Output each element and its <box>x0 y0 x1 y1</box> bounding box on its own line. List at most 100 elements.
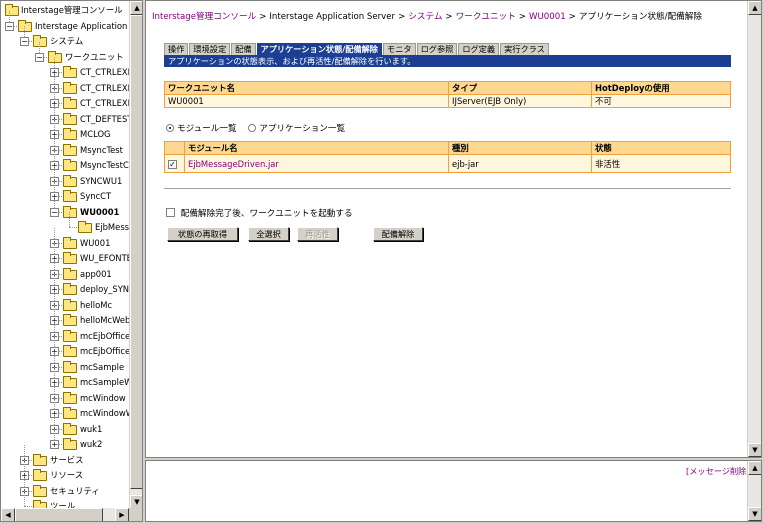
table-row: WU0001 IJServer(EJB Only) 不可 <box>164 94 731 108</box>
tree-horizontal-scroll-thumb[interactable] <box>15 508 103 521</box>
folder-icon <box>63 329 77 342</box>
message-vertical-scrollbar[interactable]: ▲ ▼ <box>747 461 761 521</box>
scroll-down-arrow-icon[interactable]: ▼ <box>748 443 761 457</box>
restart-checkbox[interactable] <box>166 208 175 217</box>
folder-icon <box>63 298 77 311</box>
restart-option[interactable]: 配備解除完了後、ワークユニットを起動する <box>166 207 353 219</box>
folder-icon <box>63 391 77 404</box>
module-select-checkbox[interactable]: ✓ <box>168 160 177 169</box>
tab-1[interactable]: 環境設定 <box>189 43 231 55</box>
main-vertical-scrollbar[interactable]: ▲ ▼ <box>747 1 761 457</box>
view-option-group: モジュール一覧 アプリケーション一覧 <box>166 122 345 134</box>
folder-icon <box>63 81 77 94</box>
tree-node-label: リソース <box>50 470 84 480</box>
radio-app-list-label: アプリケーション一覧 <box>259 124 346 134</box>
tab-0[interactable]: 操作 <box>164 43 189 55</box>
tree-node-label: app001 <box>80 268 112 279</box>
radio-module-list[interactable]: モジュール一覧 <box>166 124 237 134</box>
folder-icon <box>63 159 77 171</box>
column-header-workunit-name: ワークユニット名 <box>164 81 449 95</box>
clear-messages-link[interactable]: [メッセージ削除] <box>686 465 750 477</box>
plus-icon[interactable]: + <box>50 440 59 449</box>
tree-node-label: mcSample <box>80 361 125 372</box>
folder-icon <box>63 128 77 140</box>
tree-node-label: mcEjbOfficeWeb <box>80 346 130 356</box>
tree-node-label: mcSampleWeb <box>80 377 130 387</box>
breadcrumb-item[interactable]: Interstage管理コンソール <box>152 12 256 22</box>
message-frame: [メッセージ削除] ▲ ▼ <box>145 460 762 522</box>
breadcrumb-item[interactable]: システム <box>408 12 442 22</box>
folder-icon <box>63 174 77 187</box>
workunit-table: ワークユニット名 タイプ HotDeployの使用 WU0001 IJServe… <box>164 81 731 108</box>
select-all-button[interactable]: 全選択 <box>248 227 289 241</box>
tree-vertical-scroll-thumb[interactable] <box>130 15 142 489</box>
folder-icon <box>63 376 77 388</box>
scroll-corner <box>129 508 142 521</box>
tab-bar: 操作 環境設定 配備 アプリケーション状態/配備解除 モニタ ログ参照 ログ定義 実行クラス <box>164 43 550 55</box>
table-row: ✓ EjbMessageDriven.jar ejb-jar 非活性 <box>164 154 731 173</box>
radio-selected-icon[interactable] <box>166 124 174 132</box>
workunit-table-header: ワークユニット名 タイプ HotDeployの使用 <box>164 81 731 95</box>
reactivate-button[interactable]: 再活性 <box>297 227 338 241</box>
tree-node-label: Interstage管理コンソール <box>21 5 123 15</box>
folder-icon <box>63 345 77 357</box>
folder-icon <box>63 407 77 419</box>
tree-node-label: SyncCT <box>80 191 112 201</box>
tree-vertical-scrollbar[interactable]: ▲ ▼ <box>129 1 142 509</box>
breadcrumb-separator: > <box>259 12 267 22</box>
module-table-header: モジュール名 種別 状態 <box>164 141 731 155</box>
folder-icon <box>63 422 77 435</box>
minus-icon[interactable]: − <box>5 21 14 31</box>
breadcrumb-item[interactable]: ワークユニット <box>456 12 516 22</box>
tree-node-label: セキュリティ <box>50 485 100 496</box>
select-cell: ✓ <box>164 154 185 173</box>
folder-icon <box>63 205 77 218</box>
folder-icon <box>63 438 77 450</box>
scroll-up-arrow-icon[interactable]: ▲ <box>130 1 142 15</box>
breadcrumb-item[interactable]: WU0001 <box>529 12 566 22</box>
tab-2[interactable]: 配備 <box>231 43 256 55</box>
folder-icon <box>5 4 19 16</box>
tab-4[interactable]: モニタ <box>383 43 416 55</box>
folder-icon <box>33 469 47 481</box>
folder-icon <box>48 50 62 63</box>
folder-icon <box>63 252 77 264</box>
scroll-up-arrow-icon[interactable]: ▲ <box>748 1 761 15</box>
minus-icon[interactable]: − <box>20 37 29 46</box>
tree-node-label: ワークユニット <box>65 51 124 62</box>
module-name-link[interactable]: EjbMessageDriven.jar <box>188 159 279 169</box>
tree-node-label: mcEjbOffice <box>80 330 130 341</box>
undeploy-button[interactable]: 配備解除 <box>373 227 423 241</box>
minus-icon[interactable]: − <box>35 52 44 62</box>
scroll-left-arrow-icon[interactable]: ◀ <box>1 508 15 521</box>
main-content-frame: Interstage管理コンソール > Interstage Application… <box>145 0 762 458</box>
folder-icon <box>63 112 77 125</box>
tree-node-label: CT_CTRLEXIT_DB <box>80 82 130 93</box>
breadcrumb-separator: > <box>398 12 406 22</box>
tab-7[interactable]: 実行クラス <box>500 43 549 55</box>
scroll-up-arrow-icon[interactable]: ▲ <box>748 461 761 475</box>
folder-icon <box>33 484 47 497</box>
scroll-right-arrow-icon[interactable]: ▶ <box>115 508 129 521</box>
folder-icon <box>33 453 47 466</box>
folder-icon <box>33 35 47 47</box>
folder-icon <box>63 236 77 249</box>
scroll-down-arrow-icon[interactable]: ▼ <box>130 495 142 509</box>
minus-icon[interactable]: − <box>50 207 59 217</box>
workunit-type-cell: IJServer(EJB Only) <box>448 94 592 108</box>
tab-3[interactable]: アプリケーション状態/配備解除 <box>256 43 382 55</box>
radio-app-list[interactable]: アプリケーション一覧 <box>248 124 345 134</box>
restart-option-label: 配備解除完了後、ワークユニットを起動する <box>180 209 353 219</box>
tree-horizontal-scrollbar[interactable]: ◀ ▶ <box>1 508 129 521</box>
radio-unselected-icon[interactable] <box>248 124 257 132</box>
refresh-state-button[interactable]: 状態の再取得 <box>167 227 238 241</box>
scroll-down-arrow-icon[interactable]: ▼ <box>748 507 761 521</box>
folder-icon <box>78 221 92 233</box>
tree-node-label: MCLOG <box>80 129 111 139</box>
folder-icon <box>63 360 77 373</box>
tab-6[interactable]: ログ定義 <box>458 43 500 55</box>
tree-node-label: Interstage Application Server <box>35 20 130 31</box>
column-header-module-name: モジュール名 <box>184 141 449 155</box>
tab-5[interactable]: ログ参照 <box>416 43 458 55</box>
folder-icon <box>63 143 77 156</box>
